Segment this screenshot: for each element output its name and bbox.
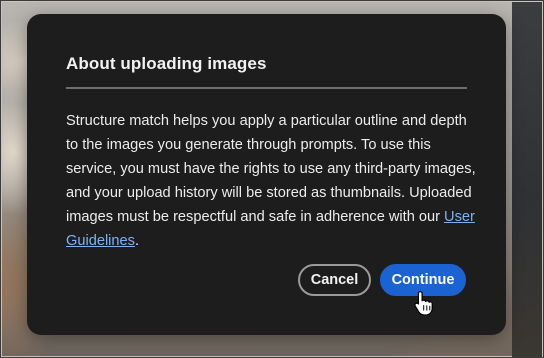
- dialog-body-suffix: .: [134, 233, 140, 249]
- dialog-body: Structure match helps you apply a partic…: [66, 109, 476, 253]
- dialog-title: About uploading images: [66, 54, 267, 73]
- cancel-button[interactable]: Cancel: [298, 264, 371, 296]
- upload-info-dialog: About uploading images Structure match h…: [27, 14, 506, 335]
- dialog-body-text: Structure match helps you apply a partic…: [66, 113, 476, 225]
- background-edge: [512, 2, 542, 357]
- screenshot-frame: About uploading images Structure match h…: [0, 0, 544, 358]
- title-divider: [66, 87, 467, 89]
- hand-pointer-icon: [414, 291, 433, 316]
